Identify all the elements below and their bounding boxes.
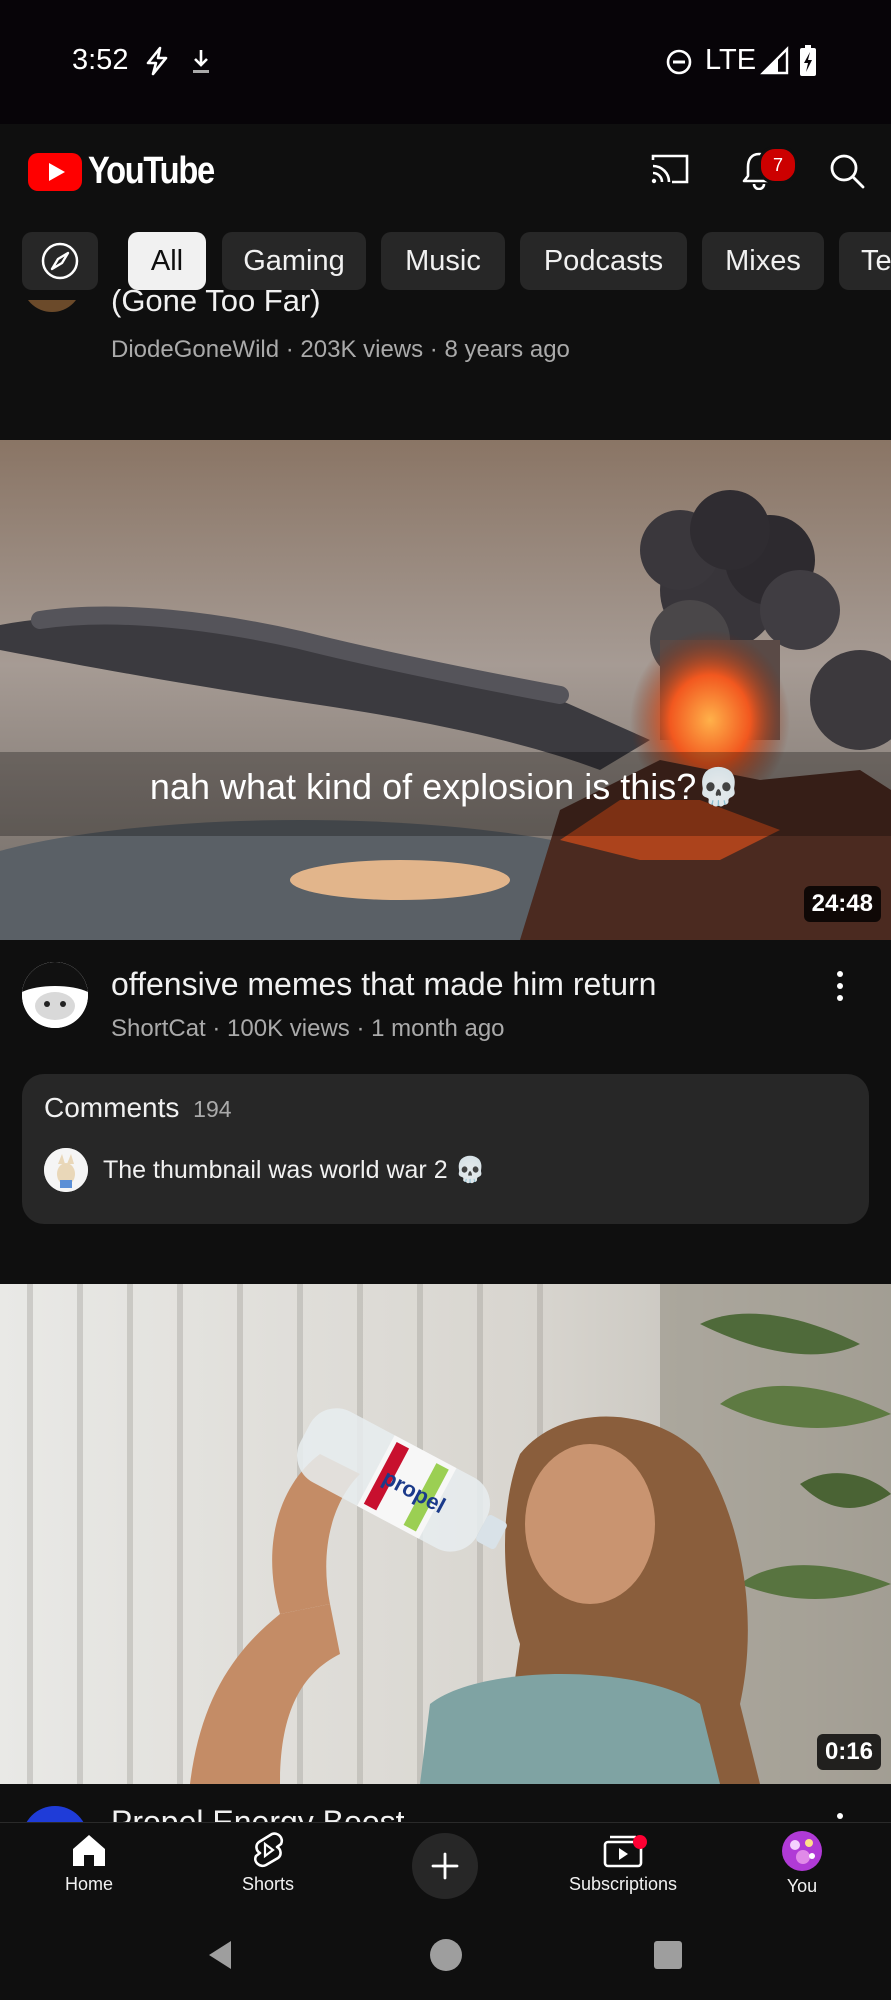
dnd-icon bbox=[666, 49, 692, 75]
duration-badge: 0:16 bbox=[816, 1734, 881, 1770]
shorts-icon bbox=[254, 1832, 284, 1868]
video-meta-row: Propel Energy Boost bbox=[0, 1784, 891, 1822]
video-title[interactable]: (Gone Too Far) bbox=[111, 288, 321, 322]
status-bar bbox=[0, 0, 891, 124]
home-circle-icon[interactable] bbox=[429, 1938, 463, 1972]
top-comment: The thumbnail was world war 2 💀 bbox=[103, 1156, 486, 1184]
flash-icon bbox=[146, 46, 168, 76]
comments-label: Comments bbox=[44, 1092, 180, 1123]
battery-charging-icon bbox=[800, 45, 816, 76]
status-time: 3:52 bbox=[72, 44, 129, 76]
create-button[interactable] bbox=[412, 1833, 478, 1899]
thumbnail-explosion-image bbox=[0, 440, 891, 940]
nav-you-label: You bbox=[786, 1876, 818, 1896]
youtube-play-icon bbox=[28, 152, 82, 191]
video-title[interactable]: Propel Energy Boost bbox=[111, 1804, 405, 1822]
search-icon[interactable] bbox=[828, 152, 866, 190]
channel-avatar-shortcat[interactable] bbox=[22, 962, 88, 1028]
chip-podcasts[interactable]: Podcasts bbox=[520, 232, 687, 290]
channel-avatar-diodegonewild[interactable] bbox=[22, 300, 82, 312]
avatar bbox=[782, 1831, 822, 1871]
home-icon bbox=[73, 1835, 105, 1866]
cat-avatar-image bbox=[22, 962, 88, 1028]
network-type: LTE bbox=[705, 44, 757, 76]
back-icon[interactable] bbox=[205, 1939, 235, 1971]
recents-icon[interactable] bbox=[653, 1940, 683, 1970]
explore-chip[interactable] bbox=[22, 232, 98, 290]
nav-home-label: Home bbox=[64, 1874, 113, 1894]
commenter-avatar bbox=[44, 1148, 88, 1192]
download-icon bbox=[193, 50, 209, 73]
chip-gaming[interactable]: Gaming bbox=[222, 232, 366, 290]
chip-partial[interactable]: Te bbox=[839, 232, 891, 290]
duration-badge: 24:48 bbox=[803, 886, 881, 922]
chip-music[interactable]: Music bbox=[381, 232, 505, 290]
video-meta: DiodeGoneWild · 203K views · 8 years ago bbox=[111, 336, 570, 363]
chip-all[interactable]: All bbox=[128, 232, 206, 290]
video-thumbnail[interactable]: propel 0:16 bbox=[0, 1284, 891, 1784]
chip-mixes[interactable]: Mixes bbox=[702, 232, 824, 290]
comments-heading: Comments 194 bbox=[44, 1092, 232, 1124]
commenter-avatar-image bbox=[44, 1148, 88, 1192]
nav-subscriptions[interactable]: Subscriptions bbox=[543, 1830, 703, 1895]
video-meta: ShortCat · 100K views · 1 month ago bbox=[111, 1015, 505, 1042]
thumbnail-drinking-image: propel bbox=[0, 1284, 891, 1784]
comments-count: 194 bbox=[193, 1096, 232, 1122]
create-icon bbox=[431, 1852, 459, 1880]
notification-badge: 7 bbox=[758, 146, 798, 184]
compass-icon bbox=[41, 242, 79, 280]
channel-avatar-propel[interactable] bbox=[22, 1806, 88, 1822]
nav-subscriptions-label: Subscriptions bbox=[568, 1874, 678, 1894]
nav-shorts-label: Shorts bbox=[241, 1874, 295, 1894]
signal-icon bbox=[760, 46, 789, 75]
nav-home[interactable]: Home bbox=[9, 1830, 169, 1895]
cast-icon[interactable] bbox=[650, 152, 690, 186]
more-options-icon[interactable] bbox=[828, 968, 852, 1004]
subscriptions-dot bbox=[633, 1835, 647, 1849]
thumbnail-caption: nah what kind of explosion is this?💀 bbox=[149, 766, 742, 807]
youtube-logo[interactable]: YouTube bbox=[28, 150, 234, 193]
more-options-icon[interactable] bbox=[828, 1810, 852, 1822]
logo-text: YouTube bbox=[88, 150, 215, 192]
video-title[interactable]: offensive memes that made him return bbox=[111, 966, 656, 1003]
video-thumbnail[interactable]: nah what kind of explosion is this?💀 24:… bbox=[0, 440, 891, 940]
nav-shorts[interactable]: Shorts bbox=[188, 1830, 348, 1895]
nav-you[interactable]: You bbox=[722, 1830, 882, 1897]
